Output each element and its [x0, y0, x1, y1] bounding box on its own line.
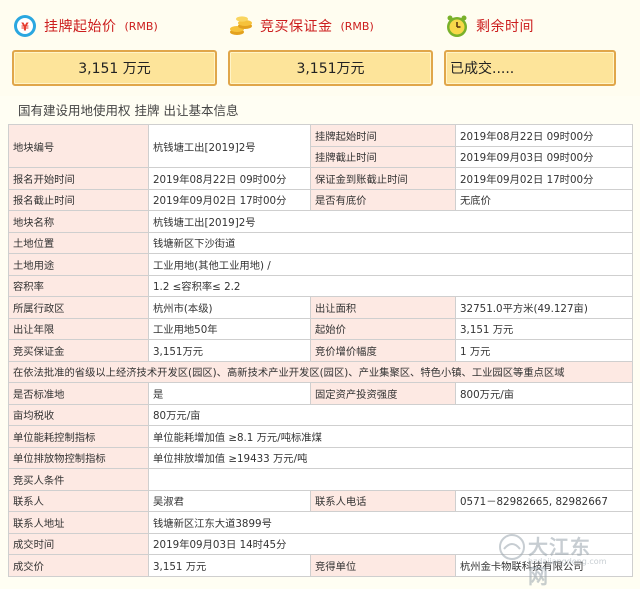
- remaining-time-value: 已成交.....: [444, 50, 616, 86]
- table-row: 竞买保证金 3,151万元 竞价增价幅度 1 万元: [8, 339, 633, 362]
- parcel-name-value: 杭钱塘工出[2019]2号: [148, 210, 633, 233]
- table-row: 出让年限 工业用地50年 起始价 3,151 万元: [8, 317, 633, 340]
- bidder-conditions-label: 竞买人条件: [8, 468, 149, 491]
- start-price-title: 挂牌起始价: [44, 19, 117, 35]
- coins-icon: [228, 13, 254, 39]
- parcel-name-label: 地块名称: [8, 210, 149, 233]
- table-row: 报名截止时间 2019年09月02日 17时00分 是否有底价 无底价: [8, 188, 633, 211]
- section-heading: 国有建设用地使用权 挂牌 出让基本信息: [18, 103, 239, 118]
- district-value: 杭州市(本级): [148, 296, 311, 319]
- start-price-card: ¥ 挂牌起始价 (RMB) 3,151 万元: [12, 8, 217, 86]
- table-row: 所属行政区 杭州市(本级) 出让面积 32751.0平方米(49.127亩): [8, 296, 633, 319]
- table-row: 地块名称 杭钱塘工出[2019]2号: [8, 210, 633, 233]
- deposit-title: 竞买保证金: [260, 19, 333, 35]
- bid-deposit-label: 竞买保证金: [8, 339, 149, 362]
- table-row: 土地用途 工业用地(其他工业用地) /: [8, 253, 633, 276]
- table-row: 是否标准地 是 固定资产投资强度 800万元/亩: [8, 382, 633, 405]
- standard-land-label: 是否标准地: [8, 382, 149, 405]
- winner-label: 竞得单位: [310, 554, 456, 577]
- price-icon: ¥: [12, 13, 38, 39]
- table-row: 竞买人条件: [8, 468, 633, 491]
- bidder-conditions-value: [148, 468, 633, 491]
- parcel-no-label: 地块编号: [8, 124, 149, 168]
- zone-note: 在依法批准的省级以上经济技术开发区(园区)、高新技术产业开发区(园区)、产业集聚…: [8, 360, 633, 383]
- table-row: 地块编号 杭钱塘工出[2019]2号 挂牌起始时间 2019年08月22日 09…: [8, 124, 633, 168]
- deposit-deadline-label: 保证金到账截止时间: [310, 167, 456, 190]
- clock-icon: [444, 13, 470, 39]
- opening-price-label: 起始价: [310, 317, 456, 340]
- table-row: 亩均税收 80万元/亩: [8, 403, 633, 426]
- contact-label: 联系人: [8, 489, 149, 512]
- site-watermark: 大江东网 hzdajiangdong.com: [498, 529, 608, 588]
- table-row: 单位排放物控制指标 单位排放增加值 ≥19433 万元/吨: [8, 446, 633, 469]
- emission-value: 单位排放增加值 ≥19433 万元/吨: [148, 446, 633, 469]
- listing-end-value: 2019年09月03日 09时00分: [455, 145, 633, 168]
- increment-label: 竞价增价幅度: [310, 339, 456, 362]
- remaining-time-title: 剩余时间: [476, 19, 534, 35]
- district-label: 所属行政区: [8, 296, 149, 319]
- summary-bar: ¥ 挂牌起始价 (RMB) 3,151 万元 竞买保证金 (RMB) 3,151万元…: [0, 0, 640, 96]
- opening-price-value: 3,151 万元: [455, 317, 633, 340]
- reg-end-label: 报名截止时间: [8, 188, 149, 211]
- watermark-url: hzdajiangdong.com: [528, 557, 607, 566]
- reserve-price-value: 无底价: [455, 188, 633, 211]
- start-price-value: 3,151 万元: [12, 50, 217, 86]
- investment-intensity-label: 固定资产投资强度: [310, 382, 456, 405]
- tax-value: 80万元/亩: [148, 403, 633, 426]
- energy-value: 单位能耗增加值 ≥8.1 万元/吨标准煤: [148, 425, 633, 448]
- contact-phone-label: 联系人电话: [310, 489, 456, 512]
- energy-label: 单位能耗控制指标: [8, 425, 149, 448]
- table-row: 容积率 1.2 ≤容积率≤ 2.2: [8, 274, 633, 297]
- land-use-label: 土地用途: [8, 253, 149, 276]
- table-row: 单位能耗控制指标 单位能耗增加值 ≥8.1 万元/吨标准煤: [8, 425, 633, 448]
- listing-start-label: 挂牌起始时间: [310, 124, 456, 147]
- contact-phone-value: 0571－82982665, 82982667: [455, 489, 633, 512]
- deal-time-label: 成交时间: [8, 532, 149, 555]
- far-value: 1.2 ≤容积率≤ 2.2: [148, 274, 633, 297]
- listing-end-label: 挂牌截止时间: [310, 145, 456, 168]
- deposit-unit: (RMB): [340, 19, 374, 33]
- deal-price-label: 成交价: [8, 554, 149, 577]
- land-info-table: 地块编号 杭钱塘工出[2019]2号 挂牌起始时间 2019年08月22日 09…: [8, 124, 633, 577]
- start-price-unit: (RMB): [124, 19, 158, 33]
- watermark-logo-icon: [498, 533, 526, 561]
- standard-land-value: 是: [148, 382, 311, 405]
- investment-intensity-value: 800万元/亩: [455, 382, 633, 405]
- svg-text:¥: ¥: [21, 21, 29, 34]
- increment-value: 1 万元: [455, 339, 633, 362]
- tax-label: 亩均税收: [8, 403, 149, 426]
- contact-value: 吴淑君: [148, 489, 311, 512]
- deposit-value: 3,151万元: [228, 50, 433, 86]
- location-value: 钱塘新区下沙街道: [148, 231, 633, 254]
- deposit-card: 竞买保证金 (RMB) 3,151万元: [228, 8, 433, 86]
- table-row: 联系人 吴淑君 联系人电话 0571－82982665, 82982667: [8, 489, 633, 512]
- reserve-price-label: 是否有底价: [310, 188, 456, 211]
- term-value: 工业用地50年: [148, 317, 311, 340]
- parcel-no-value: 杭钱塘工出[2019]2号: [148, 124, 311, 168]
- contact-address-label: 联系人地址: [8, 511, 149, 534]
- emission-label: 单位排放物控制指标: [8, 446, 149, 469]
- table-row: 土地位置 钱塘新区下沙街道: [8, 231, 633, 254]
- far-label: 容积率: [8, 274, 149, 297]
- reg-start-label: 报名开始时间: [8, 167, 149, 190]
- reg-end-value: 2019年09月02日 17时00分: [148, 188, 311, 211]
- area-value: 32751.0平方米(49.127亩): [455, 296, 633, 319]
- area-label: 出让面积: [310, 296, 456, 319]
- remaining-time-card: 剩余时间 已成交.....: [444, 8, 616, 86]
- info-table-wrap: 地块编号 杭钱塘工出[2019]2号 挂牌起始时间 2019年08月22日 09…: [8, 124, 633, 577]
- bid-deposit-value: 3,151万元: [148, 339, 311, 362]
- deposit-deadline-value: 2019年09月02日 17时00分: [455, 167, 633, 190]
- reg-start-value: 2019年08月22日 09时00分: [148, 167, 311, 190]
- deal-price-value: 3,151 万元: [148, 554, 311, 577]
- table-row: 在依法批准的省级以上经济技术开发区(园区)、高新技术产业开发区(园区)、产业集聚…: [8, 360, 633, 383]
- listing-start-value: 2019年08月22日 09时00分: [455, 124, 633, 147]
- term-label: 出让年限: [8, 317, 149, 340]
- land-use-value: 工业用地(其他工业用地) /: [148, 253, 633, 276]
- location-label: 土地位置: [8, 231, 149, 254]
- table-row: 报名开始时间 2019年08月22日 09时00分 保证金到账截止时间 2019…: [8, 167, 633, 190]
